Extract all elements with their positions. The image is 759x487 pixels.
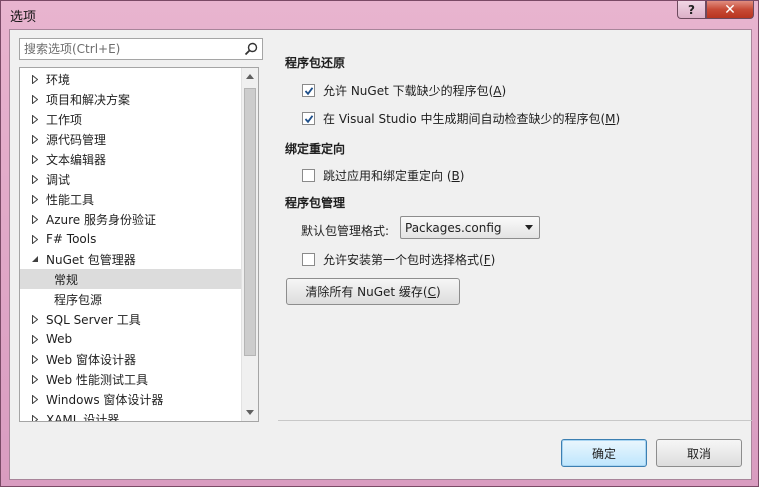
search-box[interactable] [19, 38, 263, 60]
format-dropdown[interactable]: Packages.config [400, 216, 540, 239]
clear-cache-label: 清除所有 NuGet 缓存(C) [305, 285, 441, 299]
cancel-button[interactable]: 取消 [656, 439, 742, 467]
expanded-arrow-icon[interactable] [30, 254, 40, 264]
allow-download-checkbox[interactable] [302, 84, 315, 97]
scroll-up-arrow[interactable] [242, 68, 258, 85]
title-bar[interactable]: 选项 ? ✕ [1, 1, 758, 27]
tree-item-label: 环境 [46, 72, 71, 87]
expand-arrow-icon[interactable] [30, 394, 40, 404]
tree-item-label: Web 窗体设计器 [46, 352, 136, 367]
package-restore-heading: 程序包还原 [285, 56, 346, 70]
close-button[interactable]: ✕ [706, 1, 754, 19]
window-title: 选项 [10, 10, 37, 25]
tree-item-label: 项目和解决方案 [46, 92, 131, 107]
tree-item-label: 常规 [54, 272, 79, 287]
tree-scrollbar[interactable] [241, 68, 258, 421]
auto-check-row[interactable]: 在 Visual Studio 中生成期间自动检查缺少的程序包(M) [302, 110, 620, 127]
tree-item[interactable]: 程序包源 [20, 289, 242, 309]
tree-item[interactable]: 工作项 [20, 109, 242, 129]
allow-download-label: 允许 NuGet 下载缺少的程序包(A) [323, 84, 507, 98]
expand-arrow-icon[interactable] [30, 114, 40, 124]
tree-item[interactable]: SQL Server 工具 [20, 309, 242, 329]
tree-item[interactable]: F# Tools [20, 229, 242, 249]
tree-item[interactable]: 性能工具 [20, 189, 242, 209]
tree-item-label: SQL Server 工具 [46, 312, 141, 327]
tree-item[interactable]: 环境 [20, 69, 242, 89]
help-icon: ? [688, 2, 695, 17]
skip-redirects-label: 跳过应用和绑定重定向 (B) [323, 169, 465, 183]
scroll-up-icon [246, 74, 254, 79]
tree-item-label: 文本编辑器 [46, 152, 107, 167]
footer-divider [278, 420, 752, 421]
close-icon: ✕ [724, 1, 736, 18]
checkmark-icon [304, 86, 313, 95]
expand-arrow-icon[interactable] [30, 334, 40, 344]
expand-arrow-icon[interactable] [30, 154, 40, 164]
clear-cache-button[interactable]: 清除所有 NuGet 缓存(C) [286, 278, 460, 305]
auto-check-label: 在 Visual Studio 中生成期间自动检查缺少的程序包(M) [323, 112, 621, 126]
checkmark-icon [304, 114, 313, 123]
tree-item[interactable]: Windows 窗体设计器 [20, 389, 242, 409]
skip-redirects-checkbox[interactable] [302, 169, 315, 182]
tree-item[interactable]: Web 性能测试工具 [20, 369, 242, 389]
tree-item[interactable]: 源代码管理 [20, 129, 242, 149]
allow-download-row[interactable]: 允许 NuGet 下载缺少的程序包(A) [302, 82, 506, 99]
format-label: 默认包管理格式: [301, 224, 390, 238]
tree-item-label: Web [46, 332, 73, 346]
tree-item[interactable]: Web 窗体设计器 [20, 349, 242, 369]
expand-arrow-icon[interactable] [30, 414, 40, 421]
allow-choose-checkbox[interactable] [302, 253, 315, 266]
tree-item-label: 工作项 [46, 112, 83, 127]
expand-arrow-icon[interactable] [30, 174, 40, 184]
tree-item-label: Web 性能测试工具 [46, 372, 148, 387]
options-tree[interactable]: 环境项目和解决方案 工作项源代码管理文本编辑器调试性能工具 Azure 服务身份验证… [19, 67, 259, 422]
ok-button[interactable]: 确定 [561, 439, 647, 467]
tree-item-label: 调试 [46, 172, 71, 187]
tree-item[interactable]: 常规 [20, 269, 242, 289]
binding-redirects-heading: 绑定重定向 [285, 142, 346, 156]
scroll-down-icon [246, 410, 254, 415]
allow-choose-label: 允许安装第一个包时选择格式(F) [323, 253, 496, 267]
allow-choose-row[interactable]: 允许安装第一个包时选择格式(F) [302, 251, 495, 268]
tree-item[interactable]: 项目和解决方案 [20, 89, 242, 109]
tree-item-label: Windows 窗体设计器 [46, 392, 164, 407]
expand-arrow-icon[interactable] [30, 74, 40, 84]
expand-arrow-icon[interactable] [30, 134, 40, 144]
expand-arrow-icon[interactable] [30, 354, 40, 364]
tree-item[interactable]: 调试 [20, 169, 242, 189]
skip-redirects-row[interactable]: 跳过应用和绑定重定向 (B) [302, 167, 464, 184]
tree-item-label: XAML 设计器 [46, 412, 120, 422]
tree-item-label: 源代码管理 [46, 132, 107, 147]
expand-arrow-icon[interactable] [30, 194, 40, 204]
tree-item-label: 程序包源 [54, 292, 103, 307]
expand-arrow-icon[interactable] [30, 234, 40, 244]
format-value: Packages.config [405, 221, 502, 235]
chevron-down-icon [525, 225, 533, 230]
search-icon[interactable] [244, 42, 258, 56]
expand-arrow-icon[interactable] [30, 314, 40, 324]
tree-item-label: NuGet 包管理器 [46, 252, 136, 267]
expand-arrow-icon[interactable] [30, 94, 40, 104]
package-management-heading: 程序包管理 [285, 196, 346, 210]
tree-item[interactable]: Azure 服务身份验证 [20, 209, 242, 229]
tree-item-label: 性能工具 [46, 192, 95, 207]
search-input[interactable] [24, 41, 234, 57]
scroll-down-arrow[interactable] [242, 404, 258, 421]
tree-item[interactable]: 文本编辑器 [20, 149, 242, 169]
tree-item[interactable]: NuGet 包管理器 [20, 249, 242, 269]
dialog-body: 环境项目和解决方案工作项源代码管理文本编辑器调试性能工具 Azure 服务身份验证… [9, 29, 752, 480]
scroll-thumb[interactable] [244, 88, 256, 356]
help-button[interactable]: ? [677, 1, 706, 19]
tree-item-label: F# Tools [46, 232, 97, 246]
tree-item[interactable]: XAML 设计器 [20, 409, 242, 422]
expand-arrow-icon[interactable] [30, 374, 40, 384]
expand-arrow-icon[interactable] [30, 214, 40, 224]
auto-check-checkbox[interactable] [302, 112, 315, 125]
tree-item-label: Azure 服务身份验证 [46, 212, 156, 227]
tree-item[interactable]: Web [20, 329, 242, 349]
options-window: 选项 ? ✕ 环境项目和解决方案工作项源代码管理文本编辑器调试性能工具 Azure… [0, 0, 759, 487]
